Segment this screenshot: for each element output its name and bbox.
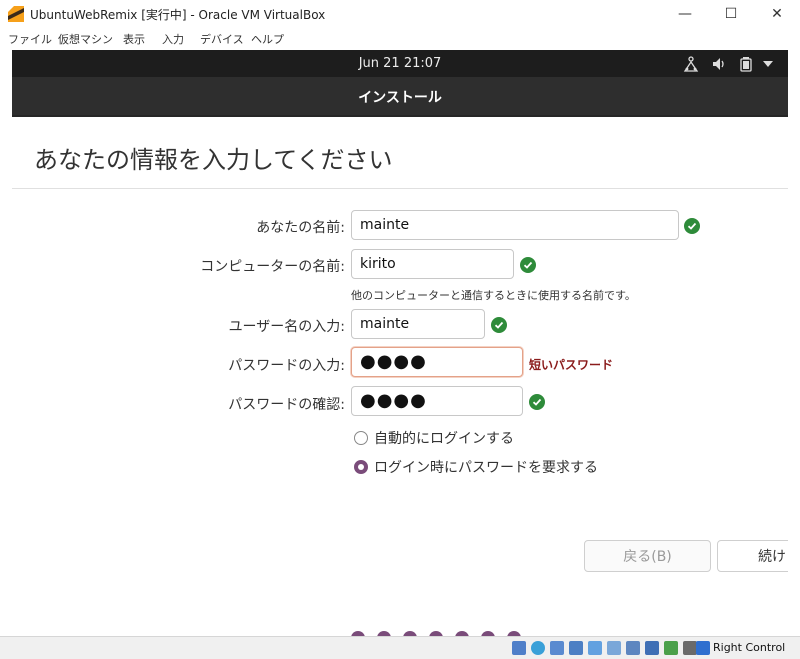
password-value: ●●●●	[360, 351, 427, 372]
page-title: あなたの情報を入力してください	[34, 146, 393, 174]
minimize-icon: —	[678, 6, 692, 22]
require-password-radio[interactable]	[354, 460, 368, 474]
username-value: mainte	[360, 316, 410, 332]
confirm-password-valid-check-icon	[529, 394, 545, 410]
divider	[12, 188, 788, 189]
close-icon: ✕	[771, 6, 783, 22]
mouse-integration-icon[interactable]	[683, 641, 697, 655]
menu-file[interactable]: ファイル	[8, 31, 52, 47]
maximize-icon: ☐	[724, 6, 738, 22]
network-icon	[683, 55, 699, 72]
auto-login-label: 自動的にログインする	[374, 431, 514, 447]
computer-name-valid-check-icon	[520, 257, 536, 273]
host-status-bar: Right Control	[0, 636, 800, 659]
vm-display: Jun 21 21:07 インストール あなたの情報を入力してください あなたの…	[12, 50, 788, 648]
require-password-label: ログイン時にパスワードを要求する	[374, 460, 598, 476]
recording-icon[interactable]	[645, 641, 659, 655]
password-strength-warning: 短いパスワード	[529, 358, 614, 372]
username-label: ユーザー名の入力:	[228, 319, 345, 335]
volume-icon[interactable]	[710, 55, 728, 72]
gnome-top-bar: Jun 21 21:07	[12, 50, 788, 77]
username-valid-check-icon	[491, 317, 507, 333]
name-value: mainte	[360, 217, 410, 233]
host-key-label: Right Control	[713, 641, 786, 654]
clock[interactable]: Jun 21 21:07	[12, 56, 788, 71]
password-label: パスワードの入力:	[228, 358, 345, 374]
close-button[interactable]: ✕	[754, 0, 800, 28]
shared-folders-icon[interactable]	[607, 641, 621, 655]
maximize-button[interactable]: ☐	[708, 0, 754, 28]
accessibility-icon[interactable]	[682, 55, 700, 72]
computer-name-label: コンピューターの名前:	[200, 259, 345, 275]
host-title-bar: UbuntuWebRemix [実行中] - Oracle VM Virtual…	[0, 0, 800, 28]
name-label: あなたの名前:	[256, 220, 345, 236]
battery-icon[interactable]	[738, 55, 754, 72]
usb-icon[interactable]	[588, 641, 602, 655]
require-password-option[interactable]: ログイン時にパスワードを要求する	[354, 457, 598, 477]
audio-icon[interactable]	[550, 641, 564, 655]
menu-machine[interactable]: 仮想マシン	[58, 31, 113, 47]
display-icon[interactable]	[626, 641, 640, 655]
continue-button[interactable]: 続け	[717, 540, 788, 572]
computer-name-hint: 他のコンピューターと通信するときに使用する名前です。	[351, 289, 636, 302]
menu-devices[interactable]: デバイス	[200, 31, 244, 47]
minimize-button[interactable]: —	[662, 0, 708, 28]
virtualbox-app-icon	[8, 6, 24, 22]
name-valid-check-icon	[684, 218, 700, 234]
menu-input[interactable]: 入力	[162, 31, 184, 47]
installer-title: インストール	[358, 90, 442, 106]
confirm-password-label: パスワードの確認:	[228, 397, 345, 413]
computer-name-field[interactable]: kirito	[351, 249, 514, 279]
installer-header: インストール	[12, 77, 788, 117]
virtualization-icon[interactable]	[664, 641, 678, 655]
optical-drive-icon[interactable]	[531, 641, 545, 655]
host-menu-bar: ファイル 仮想マシン 表示 入力 デバイス ヘルプ	[0, 28, 800, 50]
network-adapter-icon[interactable]	[569, 641, 583, 655]
menu-help[interactable]: ヘルプ	[251, 31, 284, 47]
password-field[interactable]: ●●●●	[351, 347, 523, 377]
window-title: UbuntuWebRemix [実行中] - Oracle VM Virtual…	[30, 8, 326, 22]
confirm-password-field[interactable]: ●●●●	[351, 386, 523, 416]
host-key-arrow-icon[interactable]	[696, 641, 710, 655]
hard-disk-icon[interactable]	[512, 641, 526, 655]
computer-name-value: kirito	[360, 256, 396, 272]
username-field[interactable]: mainte	[351, 309, 485, 339]
back-button[interactable]: 戻る(B)	[584, 540, 711, 572]
menu-view[interactable]: 表示	[123, 31, 145, 47]
system-menu-chevron-down-icon[interactable]	[760, 55, 776, 72]
name-field[interactable]: mainte	[351, 210, 679, 240]
auto-login-option[interactable]: 自動的にログインする	[354, 428, 514, 448]
confirm-password-value: ●●●●	[360, 390, 427, 411]
auto-login-radio[interactable]	[354, 431, 368, 445]
